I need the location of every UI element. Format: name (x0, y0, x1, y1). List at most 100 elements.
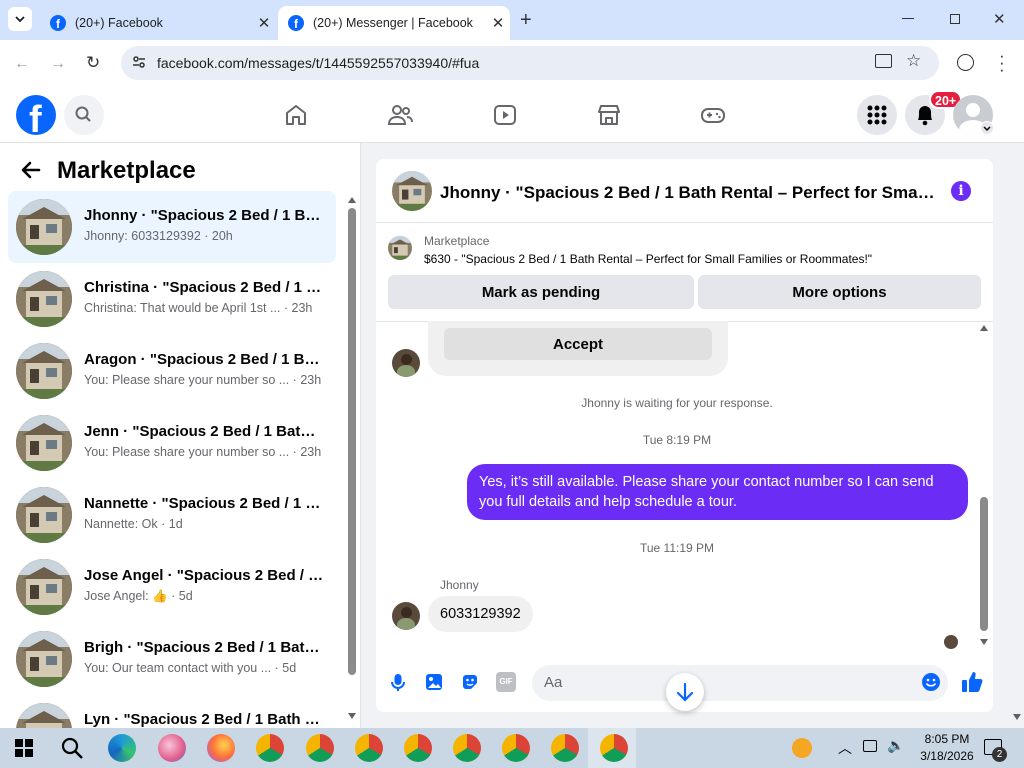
conversation-item[interactable]: Christina · "Spacious 2 Bed / 1 Bath Ren… (8, 263, 336, 335)
outgoing-message-bubble[interactable]: Yes, it’s still available. Please share … (467, 464, 968, 520)
conversation-preview: Christina: That would be April 1st ... ·… (84, 301, 313, 315)
chat-window: Jhonny · "Spacious 2 Bed / 1 Bath Rental… (376, 159, 993, 712)
attach-photo-button[interactable] (424, 672, 444, 692)
back-arrow-icon[interactable] (20, 159, 42, 181)
conversation-item[interactable]: Jose Angel · "Spacious 2 Bed / 1 Bath Re… (8, 551, 336, 623)
bookmark-star-icon[interactable]: ☆ (906, 51, 921, 71)
listing-thumbnail[interactable] (388, 236, 412, 260)
network-icon[interactable] (863, 740, 877, 752)
facebook-favicon-icon: f (50, 15, 66, 31)
weather-icon[interactable] (792, 738, 812, 758)
voice-clip-button[interactable] (388, 672, 408, 692)
page-scrollbar-arrow[interactable] (1013, 714, 1021, 720)
like-button[interactable] (960, 670, 984, 694)
tab-messenger[interactable]: f (20+) Messenger | Facebook ✕ (278, 6, 510, 40)
conversation-item[interactable]: Jenn · "Spacious 2 Bed / 1 Bath Rental Yo… (8, 407, 336, 479)
nav-home[interactable] (283, 102, 309, 128)
install-app-icon[interactable] (875, 54, 892, 68)
conversation-info-icon[interactable]: i (951, 181, 971, 201)
sender-avatar[interactable] (392, 602, 420, 630)
emoji-button[interactable] (921, 672, 941, 692)
clock-date[interactable]: 3/18/2026 (911, 749, 983, 763)
scroll-to-bottom-button[interactable] (666, 673, 704, 711)
nav-marketplace[interactable] (596, 102, 622, 128)
arrow-down-icon (676, 682, 694, 702)
conversation-preview: You: Please share your number so ... · 2… (84, 373, 322, 387)
paint-icon[interactable] (158, 734, 186, 762)
windows-start-icon[interactable] (15, 739, 33, 757)
conversation-item[interactable]: Jhonny · "Spacious 2 Bed / 1 Bath Rental… (8, 191, 336, 263)
new-tab-button[interactable]: + (520, 9, 532, 32)
url-text[interactable]: facebook.com/messages/t/1445592557033940… (157, 55, 479, 71)
close-window-button[interactable]: ✕ (993, 10, 1006, 28)
facebook-logo[interactable]: f (16, 95, 56, 135)
firefox-icon[interactable] (207, 734, 235, 762)
nav-friends[interactable] (387, 102, 413, 128)
back-icon[interactable]: ← (14, 55, 30, 73)
close-tab-icon[interactable]: ✕ (486, 14, 510, 32)
minimize-button[interactable] (902, 18, 914, 19)
restore-button[interactable] (950, 14, 960, 24)
chat-scrollbar-thumb[interactable] (980, 497, 988, 631)
sticker-button[interactable] (460, 672, 480, 692)
search-button[interactable] (64, 95, 104, 135)
edge-icon[interactable] (108, 734, 136, 762)
chevron-down-icon (15, 16, 25, 22)
forward-icon[interactable]: → (50, 55, 66, 73)
gif-button[interactable]: GIF (496, 672, 516, 692)
chat-header-title[interactable]: Jhonny · "Spacious 2 Bed / 1 Bath Rental… (440, 183, 935, 203)
listing-thumbnail (16, 343, 72, 399)
nav-watch[interactable] (492, 102, 518, 128)
facebook-favicon-icon: f (288, 15, 304, 31)
taskbar-search-icon[interactable] (60, 736, 84, 760)
chrome-icon[interactable] (355, 734, 383, 762)
chrome-icon[interactable] (453, 734, 481, 762)
volume-icon[interactable]: 🔈 (887, 737, 904, 754)
more-options-button[interactable]: More options (698, 275, 981, 309)
show-hidden-icons[interactable]: ︿ (838, 738, 852, 758)
mark-as-pending-button[interactable]: Mark as pending (388, 275, 694, 309)
conversation-item[interactable]: Nannette · "Spacious 2 Bed / 1 Bath Rent… (8, 479, 336, 551)
listing-thumbnail (16, 631, 72, 687)
chrome-icon[interactable] (306, 734, 334, 762)
profile-icon[interactable] (957, 54, 974, 71)
message-input[interactable]: Aa (532, 665, 948, 701)
browser-menu-icon[interactable]: · · · (999, 47, 1005, 78)
tab-title: (20+) Messenger | Facebook (313, 16, 473, 30)
close-tab-icon[interactable]: ✕ (252, 14, 276, 32)
reload-icon[interactable]: ↻ (86, 53, 100, 73)
listing-label: Marketplace (424, 234, 490, 248)
conversation-item[interactable]: Aragon · "Spacious 2 Bed / 1 Bath Rental… (8, 335, 336, 407)
tab-facebook[interactable]: f (20+) Facebook ✕ (40, 6, 276, 40)
chrome-icon[interactable] (256, 734, 284, 762)
nav-gaming[interactable] (700, 102, 726, 128)
conversation-item[interactable]: Brigh · "Spacious 2 Bed / 1 Bath Rental Y… (8, 623, 336, 695)
conversation-name: Jhonny · "Spacious 2 Bed / 1 Bath Rental (84, 207, 324, 224)
menu-button[interactable] (857, 95, 897, 135)
listing-thumbnail (16, 415, 72, 471)
conversation-preview: Jhonny: 6033129392 · 20h (84, 229, 233, 243)
clock-time[interactable]: 8:05 PM (917, 732, 977, 746)
chrome-icon[interactable] (502, 734, 530, 762)
sender-avatar[interactable] (392, 349, 420, 377)
chrome-icon[interactable] (600, 734, 628, 762)
listing-title[interactable]: $630 - "Spacious 2 Bed / 1 Bath Rental –… (424, 252, 872, 266)
marketplace-icon (598, 105, 620, 125)
notification-count-badge: 2 (992, 747, 1007, 762)
chat-listing-thumbnail[interactable] (392, 171, 432, 211)
incoming-message-bubble[interactable]: 6033129392 (428, 596, 533, 632)
message-input-placeholder: Aa (544, 674, 563, 691)
accept-button[interactable]: Accept (444, 328, 712, 360)
conversation-name: Jenn · "Spacious 2 Bed / 1 Bath Rental (84, 423, 324, 440)
chat-scrollbar[interactable] (979, 325, 989, 651)
chrome-icon[interactable] (404, 734, 432, 762)
friends-icon (387, 105, 413, 125)
account-chevron-icon[interactable] (980, 121, 994, 135)
sidebar-scrollbar-thumb[interactable] (348, 208, 356, 675)
sidebar-scrollbar[interactable] (347, 197, 357, 719)
site-info-icon[interactable] (131, 54, 147, 70)
chrome-icon[interactable] (551, 734, 579, 762)
home-icon (286, 105, 306, 125)
timestamp: Tue 11:19 PM (639, 541, 715, 555)
tab-search-button[interactable] (8, 7, 32, 31)
